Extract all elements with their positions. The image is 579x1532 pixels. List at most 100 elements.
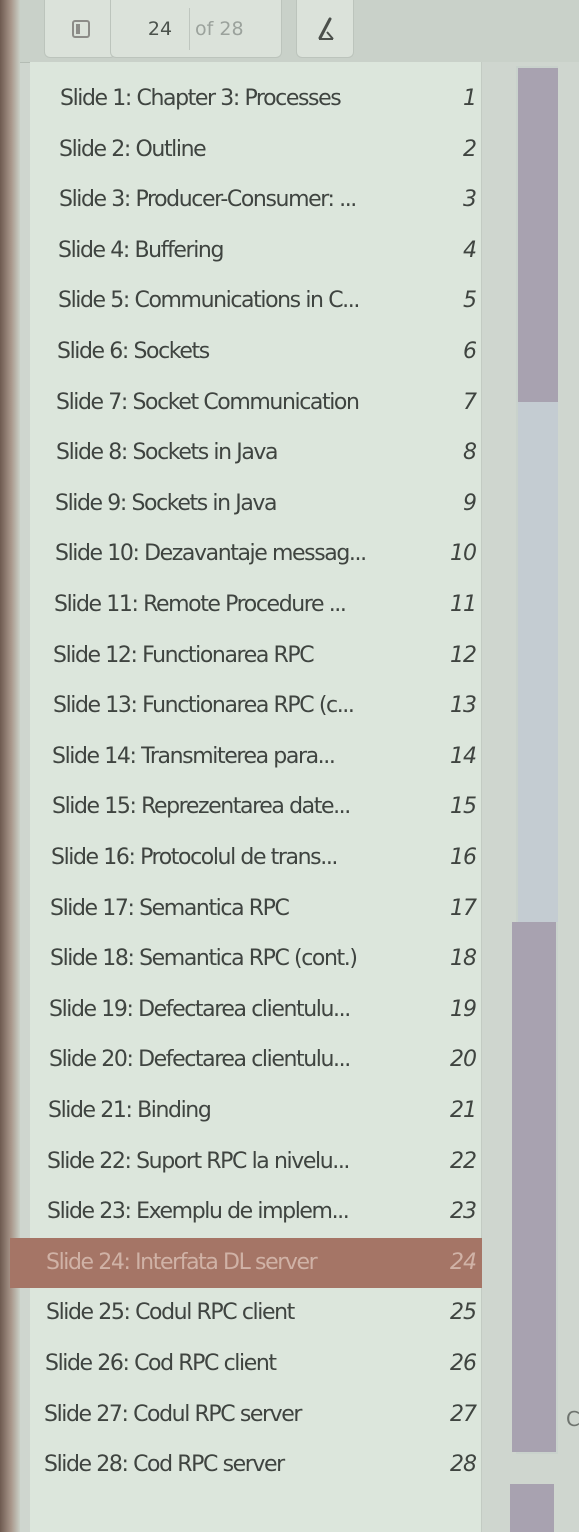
slide-title: Slide 6: Sockets (57, 339, 210, 364)
slide-list-item[interactable]: Slide 18: Semantica RPC (cont.) 18 (30, 934, 482, 984)
page-separator (189, 8, 190, 50)
slide-title: Slide 9: Sockets in Java (55, 490, 278, 516)
current-page-field[interactable]: 24 (131, 14, 189, 44)
slide-title: Slide 1: Chapter 3: Processes (60, 86, 342, 111)
slide-number: 5 (463, 288, 477, 314)
slide-number: 26 (450, 1351, 477, 1376)
slide-list-item[interactable]: Slide 7: Socket Communication 7 (30, 378, 482, 428)
scrollbar-thumb-lower[interactable] (512, 922, 556, 1452)
slide-number: 3 (463, 187, 477, 213)
slide-title: Slide 2: Outline (59, 136, 207, 162)
slide-number: 16 (450, 845, 477, 870)
slide-title: Slide 4: Buffering (58, 237, 224, 263)
edge-text: C (566, 1407, 579, 1431)
slide-title: Slide 23: Exemplu de implem... (47, 1199, 350, 1225)
slide-list-item[interactable]: Slide 20: Defectarea clientulu... 20 (30, 1035, 482, 1085)
slide-view-icon (72, 20, 90, 38)
slide-list-item[interactable]: Slide 27: Codul RPC server 27 (30, 1390, 482, 1440)
slide-number: 2 (463, 136, 477, 162)
slide-list-item[interactable]: Slide 21: Binding 21 (30, 1086, 482, 1136)
slide-list-item[interactable]: Slide 28: Cod RPC server 28 (30, 1440, 482, 1490)
slide-title: Slide 21: Binding (48, 1098, 212, 1123)
slide-number: 19 (450, 996, 477, 1022)
slide-list-item[interactable]: Slide 10: Dezavantaje messag... 10 (30, 529, 482, 579)
slide-number: 28 (450, 1452, 477, 1478)
slide-number: 24 (450, 1249, 477, 1275)
slide-number: 13 (450, 693, 477, 719)
slide-list-item[interactable]: Slide 16: Protocolul de trans... 16 (30, 833, 482, 883)
scrollbar-thumb-end[interactable] (510, 1484, 554, 1532)
slide-list-item[interactable]: Slide 8: Sockets in Java 8 (30, 428, 482, 478)
slide-number: 22 (450, 1148, 477, 1174)
slide-number: 21 (450, 1098, 477, 1123)
slide-number: 25 (450, 1300, 477, 1326)
slide-number: 27 (450, 1401, 477, 1427)
slide-list-item[interactable]: Slide 9: Sockets in Java 9 (30, 479, 482, 529)
slide-list-item[interactable]: Slide 14: Transmiterea para... 14 (30, 732, 482, 782)
slide-number: 7 (463, 389, 477, 415)
slide-list-item[interactable]: Slide 24: Interfata DL server 24 (10, 1237, 482, 1288)
slide-list-item[interactable]: Slide 23: Exemplu de implem... 23 (30, 1187, 482, 1237)
total-pages-label: of 28 (195, 18, 244, 40)
slide-list-item[interactable]: Slide 5: Communications in C... 5 (30, 276, 482, 326)
slide-number: 14 (450, 743, 477, 769)
window-left-edge (0, 0, 20, 1532)
slide-number: 9 (463, 490, 477, 516)
slide-view-toggle-button[interactable] (44, 0, 116, 58)
slide-list-item[interactable]: Slide 19: Defectarea clientulu... 19 (30, 985, 482, 1035)
slide-list-item[interactable]: Slide 22: Suport RPC la nivelu... 22 (30, 1137, 482, 1187)
slide-title: Slide 24: Interfata DL server (46, 1249, 318, 1275)
slide-title: Slide 5: Communications in C... (58, 288, 360, 314)
scrollbar-visible-region (518, 402, 558, 922)
slide-title: Slide 10: Dezavantaje messag... (55, 541, 367, 567)
slide-list-item[interactable]: Slide 3: Producer-Consumer: ... 3 (30, 175, 482, 225)
slide-title: Slide 18: Semantica RPC (cont.) (50, 946, 358, 972)
slide-list-item[interactable]: Slide 11: Remote Procedure ... 11 (30, 580, 482, 630)
slide-list-item[interactable]: Slide 4: Buffering 4 (30, 226, 482, 276)
slide-list-item[interactable]: Slide 6: Sockets 6 (30, 327, 482, 377)
slide-title: Slide 7: Socket Communication (56, 389, 360, 415)
slide-title: Slide 14: Transmiterea para... (52, 743, 336, 769)
pencil-icon (318, 17, 334, 40)
slide-title: Slide 15: Reprezentarea date... (52, 794, 351, 820)
slide-title: Slide 8: Sockets in Java (56, 440, 279, 466)
slide-number: 10 (450, 541, 477, 567)
slide-list-item[interactable]: Slide 13: Functionarea RPC (c... 13 (30, 681, 482, 731)
slide-number: 18 (450, 946, 477, 972)
slide-list: Slide 1: Chapter 3: Processes 1 Slide 2: O… (10, 62, 482, 1532)
slide-list-item[interactable]: Slide 1: Chapter 3: Processes 1 (30, 74, 482, 124)
slide-title: Slide 17: Semantica RPC (50, 895, 290, 921)
slide-number: 20 (450, 1047, 477, 1073)
slide-number: 4 (463, 237, 477, 263)
slide-navigator-toolbar: 24 of 28 (20, 0, 579, 63)
slide-number: 12 (450, 642, 477, 668)
slide-title: Slide 22: Suport RPC la nivelu... (47, 1148, 350, 1174)
slide-list-item[interactable]: Slide 26: Cod RPC client 26 (30, 1339, 482, 1389)
slide-title: Slide 13: Functionarea RPC (c... (53, 693, 355, 719)
slide-title: Slide 11: Remote Procedure ... (54, 592, 347, 617)
edit-button[interactable] (296, 0, 354, 58)
slide-title: Slide 19: Defectarea clientulu... (49, 996, 351, 1022)
slide-title: Slide 25: Codul RPC client (46, 1300, 295, 1326)
slide-title: Slide 16: Protocolul de trans... (51, 845, 338, 870)
slide-number: 1 (463, 86, 477, 111)
page-indicator: 24 of 28 (110, 0, 282, 58)
slide-list-item[interactable]: Slide 25: Codul RPC client 25 (30, 1288, 482, 1338)
slide-title: Slide 3: Producer-Consumer: ... (59, 187, 357, 213)
slide-title: Slide 26: Cod RPC client (45, 1351, 277, 1376)
slide-list-item[interactable]: Slide 15: Reprezentarea date... 15 (30, 782, 482, 832)
slide-number: 8 (463, 440, 477, 466)
slide-title: Slide 12: Functionarea RPC (53, 642, 315, 668)
slide-number: 15 (450, 794, 477, 820)
slide-number: 6 (463, 339, 477, 364)
slide-title: Slide 28: Cod RPC server (44, 1452, 285, 1478)
slide-list-item[interactable]: Slide 12: Functionarea RPC 12 (30, 631, 482, 681)
scrollbar-thumb-upper[interactable] (518, 68, 558, 402)
slide-list-item[interactable]: Slide 2: Outline 2 (30, 125, 482, 175)
slide-number: 23 (450, 1199, 477, 1225)
slide-number: 17 (450, 895, 477, 921)
slide-number: 11 (450, 592, 477, 617)
slide-title: Slide 27: Codul RPC server (44, 1401, 302, 1427)
slide-title: Slide 20: Defectarea clientulu... (49, 1047, 351, 1073)
slide-list-item[interactable]: Slide 17: Semantica RPC 17 (30, 884, 482, 934)
